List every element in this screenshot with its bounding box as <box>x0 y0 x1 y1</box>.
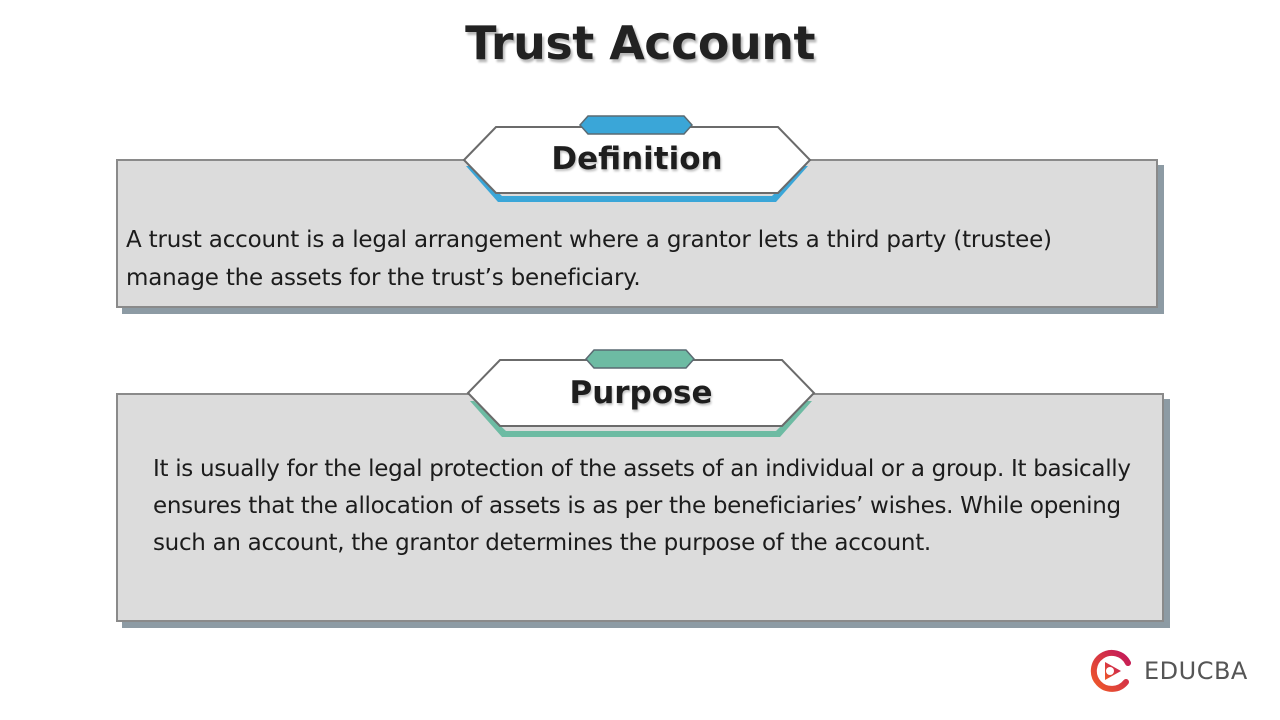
educba-logo-icon <box>1090 649 1131 692</box>
purpose-heading: Purpose <box>569 375 713 411</box>
purpose-heading-badge: Purpose <box>466 348 816 440</box>
purpose-badge-tab <box>584 349 696 369</box>
brand-name: EDUCBA <box>1144 657 1248 685</box>
definition-heading: Definition <box>551 141 723 177</box>
educba-logo: EDUCBA <box>1090 648 1248 694</box>
purpose-text: It is usually for the legal protection o… <box>153 456 1131 556</box>
definition-text: A trust account is a legal arrangement w… <box>126 227 1052 291</box>
page-title: Trust Account <box>465 16 815 70</box>
definition-badge-tab <box>578 115 694 135</box>
definition-heading-badge: Definition <box>462 113 812 205</box>
